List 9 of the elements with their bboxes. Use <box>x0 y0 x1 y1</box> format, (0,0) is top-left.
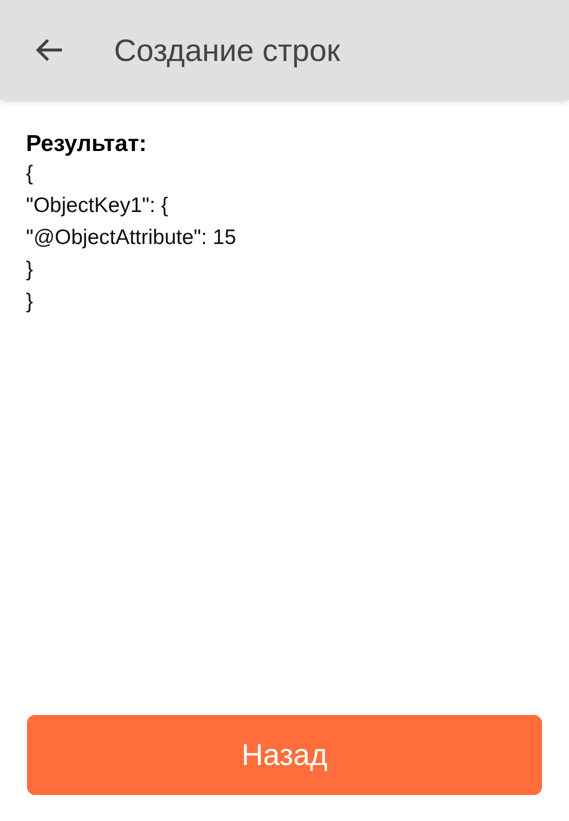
result-line: } <box>26 257 34 283</box>
result-line: { <box>26 161 34 187</box>
screen-title: Создание строк <box>114 34 340 66</box>
result-line: "@ObjectAttribute": 15 <box>26 225 238 251</box>
result-line: "ObjectKey1": { <box>26 193 170 219</box>
result-label: Результат: <box>26 129 148 158</box>
result-line: } <box>26 289 34 315</box>
back-button[interactable]: Назад <box>27 715 542 795</box>
back-arrow-icon <box>35 38 63 62</box>
